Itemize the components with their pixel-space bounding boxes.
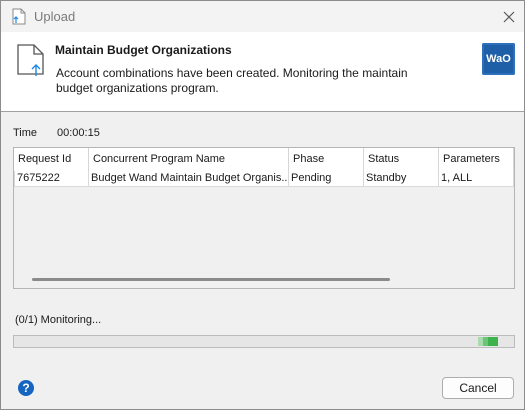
column-header-status[interactable]: Status xyxy=(364,148,439,171)
cancel-button[interactable]: Cancel xyxy=(442,377,514,399)
table-row[interactable]: 7675222 Budget Wand Maintain Budget Orga… xyxy=(14,171,514,187)
column-header-parameters[interactable]: Parameters xyxy=(439,148,514,171)
monitoring-status: (0/1) Monitoring... xyxy=(15,314,102,326)
cell-parameters: 1, ALL xyxy=(438,171,514,187)
help-icon[interactable]: ? xyxy=(18,380,34,396)
progress-marquee xyxy=(478,337,498,346)
progress-bar xyxy=(13,335,515,348)
table-header: Request Id Concurrent Program Name Phase… xyxy=(14,148,514,171)
cell-phase: Pending xyxy=(288,171,364,187)
brand-logo: WaO xyxy=(482,43,515,75)
column-header-request-id[interactable]: Request Id xyxy=(14,148,89,171)
dialog-header: Maintain Budget Organizations Account co… xyxy=(1,32,524,112)
column-header-program-name[interactable]: Concurrent Program Name xyxy=(89,148,289,171)
close-icon xyxy=(503,11,515,22)
header-description: Account combinations have been created. … xyxy=(56,66,408,95)
document-upload-icon xyxy=(17,44,44,76)
title-bar: Upload xyxy=(1,1,524,32)
cell-status: Standby xyxy=(363,171,439,187)
cell-program-name: Budget Wand Maintain Budget Organis... xyxy=(88,171,289,187)
requests-table: Request Id Concurrent Program Name Phase… xyxy=(13,147,515,289)
upload-file-icon xyxy=(12,8,26,25)
column-header-phase[interactable]: Phase xyxy=(289,148,364,171)
cell-request-id: 7675222 xyxy=(14,171,89,187)
horizontal-scrollbar[interactable] xyxy=(32,278,390,281)
elapsed-time: 00:00:15 xyxy=(57,127,100,139)
upload-dialog: Upload Maintain Budget Organizations Acc… xyxy=(0,0,525,410)
header-title: Maintain Budget Organizations xyxy=(55,43,232,57)
time-label: Time xyxy=(13,127,38,139)
close-button[interactable] xyxy=(494,1,524,32)
window-title: Upload xyxy=(34,9,76,24)
